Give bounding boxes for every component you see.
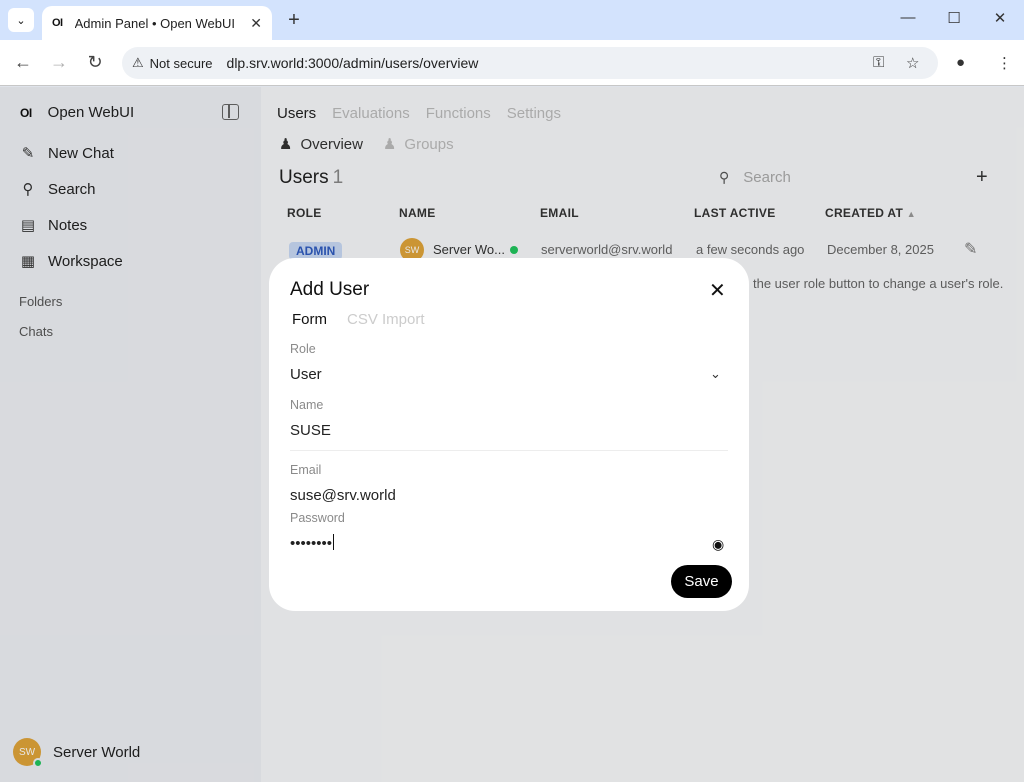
browser-toolbar: ← → ↻ ⚠ Not secure dlp.srv.world:3000/ad… [0, 40, 1024, 86]
tab-close-icon[interactable]: ✕ [250, 15, 262, 32]
password-field[interactable]: •••••••• [290, 534, 335, 552]
security-label[interactable]: Not secure [150, 56, 213, 71]
eye-icon[interactable]: ◉ [712, 536, 724, 553]
star-bookmark-icon[interactable]: ☆ [906, 54, 919, 72]
browser-tab-active[interactable]: OI Admin Panel • Open WebUI ✕ [42, 6, 272, 40]
kebab-menu-icon[interactable]: ⋮ [997, 54, 1012, 72]
warning-triangle-icon[interactable]: ⚠ [132, 55, 144, 71]
modal-title: Add User [290, 279, 370, 300]
modal-tabs: Form CSV Import [292, 311, 425, 328]
email-label: Email [290, 463, 322, 477]
forward-arrow-icon[interactable]: → [48, 52, 70, 73]
profile-icon[interactable]: ● [956, 54, 965, 71]
text-caret [333, 534, 335, 550]
divider [290, 450, 728, 451]
name-field[interactable]: SUSE [290, 422, 331, 439]
tab-form[interactable]: Form [292, 311, 327, 328]
url-text[interactable]: dlp.srv.world:3000/admin/users/overview [227, 55, 479, 71]
window-close-icon[interactable]: ✕ [990, 9, 1010, 27]
minimize-icon[interactable]: — [898, 9, 918, 26]
tab-search-button[interactable]: ⌄ [8, 8, 34, 32]
address-bar[interactable]: ⚠ Not secure dlp.srv.world:3000/admin/us… [122, 47, 938, 79]
maximize-icon[interactable]: ☐ [944, 9, 964, 27]
role-select[interactable]: User [290, 366, 322, 383]
new-tab-plus-icon[interactable]: + [284, 9, 304, 32]
tab-favicon: OI [52, 17, 63, 29]
key-icon[interactable]: ⚿ [873, 54, 884, 71]
browser-tab-bar: ⌄ OI Admin Panel • Open WebUI ✕ + — ☐ ✕ [0, 0, 1024, 40]
name-label: Name [290, 398, 324, 412]
password-dots: •••••••• [290, 535, 333, 552]
email-field[interactable]: suse@srv.world [290, 487, 396, 504]
reload-icon[interactable]: ↻ [84, 52, 106, 73]
save-button[interactable]: Save [671, 565, 732, 598]
role-label: Role [290, 342, 316, 356]
close-icon[interactable]: ✕ [709, 278, 726, 303]
tab-title: Admin Panel • Open WebUI [74, 15, 236, 31]
chevron-down-icon[interactable]: ⌄ [710, 366, 721, 382]
chevron-down-icon: ⌄ [16, 14, 26, 27]
tab-csv-import[interactable]: CSV Import [347, 311, 425, 328]
add-user-modal: Add User ✕ Form CSV Import Role User ⌄ N… [269, 258, 749, 611]
back-arrow-icon[interactable]: ← [12, 52, 34, 73]
password-label: Password [290, 511, 345, 525]
